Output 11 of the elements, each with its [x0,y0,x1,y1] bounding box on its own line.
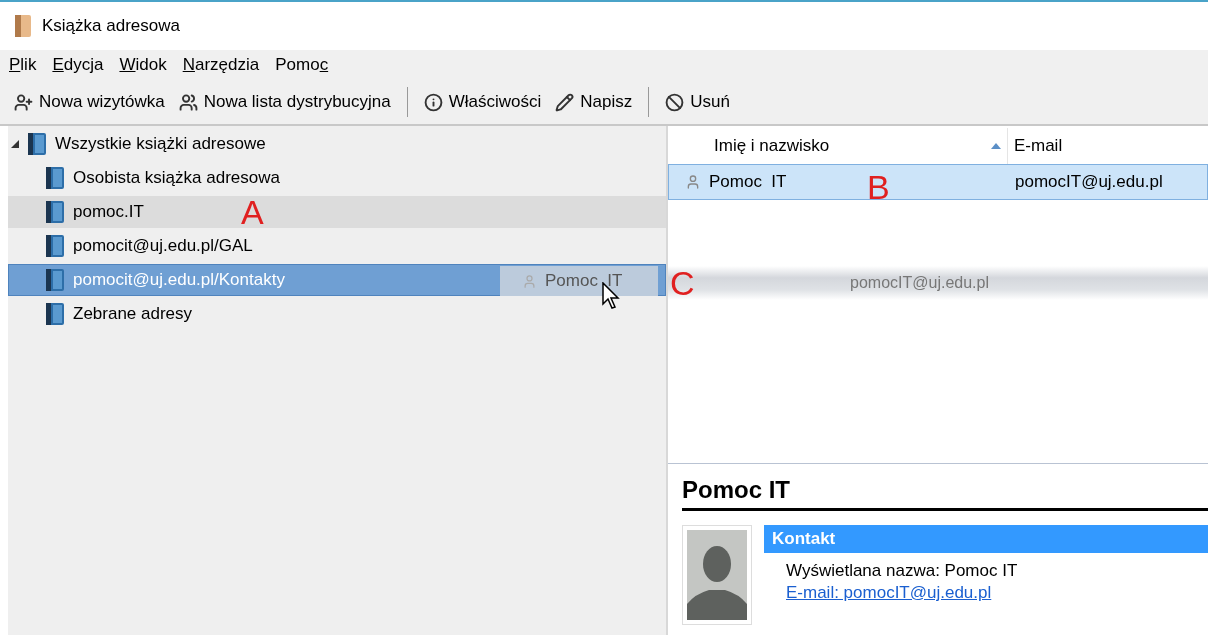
annotation-letter: A [241,195,264,229]
column-header-label: Imię i nazwisko [714,136,830,156]
display-name-text: Wyświetlana nazwa: Pomoc IT [786,561,1019,581]
table-cell: pomocIT@uj.edu.pl [1015,172,1163,192]
table-cell: Pomoc IT [709,172,787,192]
section-header: Kontakt [764,525,1208,553]
contact-name-heading: Pomoc IT [682,476,1208,511]
ghost-name: Pomoc IT [545,271,623,291]
annotation-letter: C [670,266,695,300]
window-title: Książka adresowa [42,16,180,36]
column-header-label: E-mail [1014,136,1063,156]
